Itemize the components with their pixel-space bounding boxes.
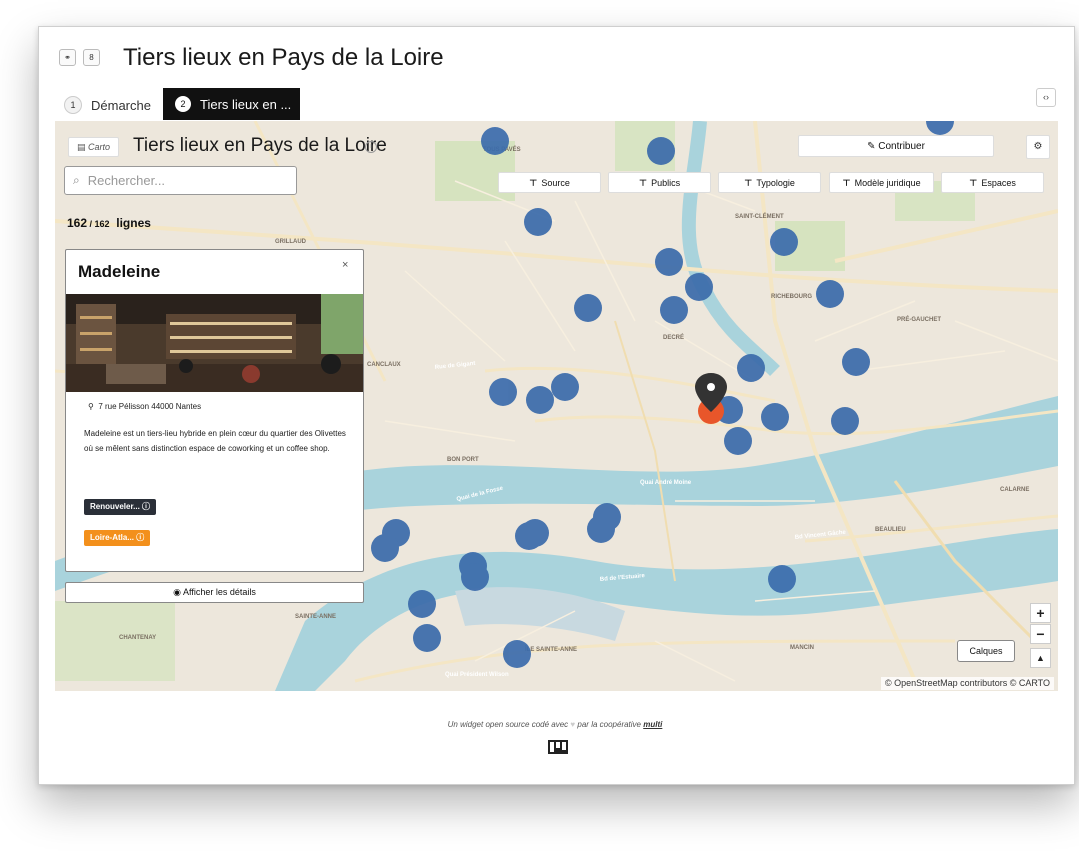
info-icon: ⓘ	[142, 502, 151, 511]
location-marker[interactable]	[831, 407, 859, 435]
heart-icon: ♥	[570, 720, 576, 729]
card-address: ⚲ 7 rue Pélisson 44000 Nantes	[88, 402, 202, 411]
location-marker[interactable]	[685, 273, 713, 301]
filter-typologie[interactable]: ⊤ Typologie	[718, 172, 821, 193]
lock-icon: 8	[89, 53, 94, 62]
place-photo	[66, 294, 363, 392]
place-card: Madeleine × ⚲ 7 rue Pélisson 44000 Nante…	[65, 249, 364, 572]
location-marker[interactable]	[526, 386, 554, 414]
location-marker[interactable]	[655, 248, 683, 276]
link-icon: ⚭	[64, 53, 71, 62]
search-input[interactable]: ⌕ Rechercher...	[64, 166, 297, 195]
north-arrow-icon[interactable]: ▲	[1030, 648, 1051, 668]
map-label: MANCIN	[790, 645, 814, 651]
location-marker[interactable]	[842, 348, 870, 376]
gear-icon: ⚙	[1033, 141, 1043, 152]
map-label: BON PORT	[447, 457, 479, 463]
search-placeholder: Rechercher...	[87, 173, 166, 188]
map-label: CALARNE	[1000, 487, 1029, 493]
zoom-in-button[interactable]: +	[1030, 603, 1051, 623]
map-label: Quai André Moine	[640, 480, 692, 486]
map-label: CHANTENAY	[119, 635, 156, 641]
map-title: Tiers lieux en Pays de la Loire	[133, 135, 387, 156]
brand-link[interactable]: multi	[643, 720, 662, 729]
tag-badge[interactable]: Renouveler... ⓘ	[84, 499, 157, 515]
tab-number: 1	[64, 96, 82, 114]
map-attribution: © OpenStreetMap contributors © CARTO	[881, 677, 1054, 690]
tag-badge[interactable]: Loire-Atla... ⓘ	[84, 530, 151, 546]
eye-icon: ◉	[173, 587, 183, 597]
row-count: 162 / 162 lignes	[67, 216, 151, 230]
filter-espaces[interactable]: ⊤ Espaces	[941, 172, 1044, 193]
filter-icon: ⊤	[969, 178, 978, 188]
location-marker[interactable]	[408, 590, 436, 618]
location-marker[interactable]	[770, 228, 798, 256]
map-label: CANCLAUX	[367, 362, 401, 368]
location-marker[interactable]	[737, 354, 765, 382]
map-label: Quai Président Wilson	[445, 672, 509, 678]
close-icon[interactable]: ×	[342, 259, 348, 271]
lock-button[interactable]: 8	[83, 49, 100, 66]
filter-icon: ⊤	[744, 178, 753, 188]
zoom-out-button[interactable]: −	[1030, 624, 1051, 644]
map-label: GRILLAUD	[275, 239, 307, 245]
pencil-icon: ✎	[867, 141, 879, 152]
map-label: RICHEBOURG	[771, 294, 812, 300]
filter-icon: ⊤	[638, 178, 648, 188]
map-label: SAINT-CLÉMENT	[735, 212, 784, 220]
location-marker[interactable]	[551, 373, 579, 401]
expand-button[interactable]: ‹›	[1036, 88, 1056, 107]
card-description: Madeleine est un tiers-lieu hybride en p…	[84, 429, 346, 453]
filter-publics[interactable]: ⊤ Publics	[608, 172, 711, 193]
filter-icon: ⊤	[529, 178, 538, 188]
location-marker[interactable]	[647, 137, 675, 165]
location-marker[interactable]	[503, 640, 531, 668]
tab-number: 2	[175, 96, 191, 112]
multi-logo	[548, 740, 568, 754]
map-label: DECRÉ	[663, 333, 684, 341]
footer-credit: Un widget open source codé avec ♥ par la…	[447, 720, 663, 729]
location-marker[interactable]	[489, 378, 517, 406]
location-marker[interactable]	[574, 294, 602, 322]
location-marker[interactable]	[461, 563, 489, 591]
location-marker[interactable]	[587, 515, 615, 543]
carto-tag: ▤ Carto	[68, 137, 120, 157]
info-icon[interactable]: i	[365, 141, 377, 153]
settings-button[interactable]: ⚙	[1026, 135, 1050, 159]
tab-tiers-lieux[interactable]: 2 Tiers lieux en ...	[163, 88, 300, 120]
location-marker[interactable]	[371, 534, 399, 562]
search-icon: ⌕	[73, 173, 80, 187]
map-label: PRÉ-GAUCHET	[897, 315, 941, 323]
location-marker[interactable]	[413, 624, 441, 652]
info-icon: ⓘ	[136, 533, 145, 542]
location-marker[interactable]	[724, 427, 752, 455]
map-label: BEAULIEU	[875, 527, 906, 533]
map-icon: ▤	[77, 142, 89, 152]
layers-button[interactable]: Calques	[957, 640, 1015, 662]
tab-demarche[interactable]: 1 Démarche	[64, 90, 151, 120]
expand-icon: ‹›	[1043, 92, 1049, 102]
page-title: Tiers lieux en Pays de la Loire	[123, 44, 444, 71]
location-pin-icon: ⚲	[88, 402, 97, 411]
location-marker[interactable]	[761, 403, 789, 431]
map-label: SAINTE-ANNE	[295, 614, 336, 620]
filter-modele-juridique[interactable]: ⊤ Modèle juridique	[829, 172, 934, 193]
location-marker[interactable]	[481, 127, 509, 155]
contribute-button[interactable]: ✎ Contribuer	[798, 135, 994, 157]
location-marker[interactable]	[515, 522, 543, 550]
card-title: Madeleine	[78, 262, 161, 281]
tab-label: Tiers lieux en ...	[200, 96, 292, 112]
location-marker[interactable]	[524, 208, 552, 236]
location-marker[interactable]	[816, 280, 844, 308]
show-details-button[interactable]: ◉ Afficher les détails	[65, 582, 364, 603]
filter-source[interactable]: ⊤ Source	[498, 172, 601, 193]
map-label: ÎLE SAINTE-ANNE	[524, 645, 577, 653]
location-marker[interactable]	[660, 296, 688, 324]
filter-icon: ⊤	[842, 178, 851, 188]
link-button[interactable]: ⚭	[59, 49, 76, 66]
location-marker[interactable]	[768, 565, 796, 593]
tab-label: Démarche	[91, 97, 151, 113]
